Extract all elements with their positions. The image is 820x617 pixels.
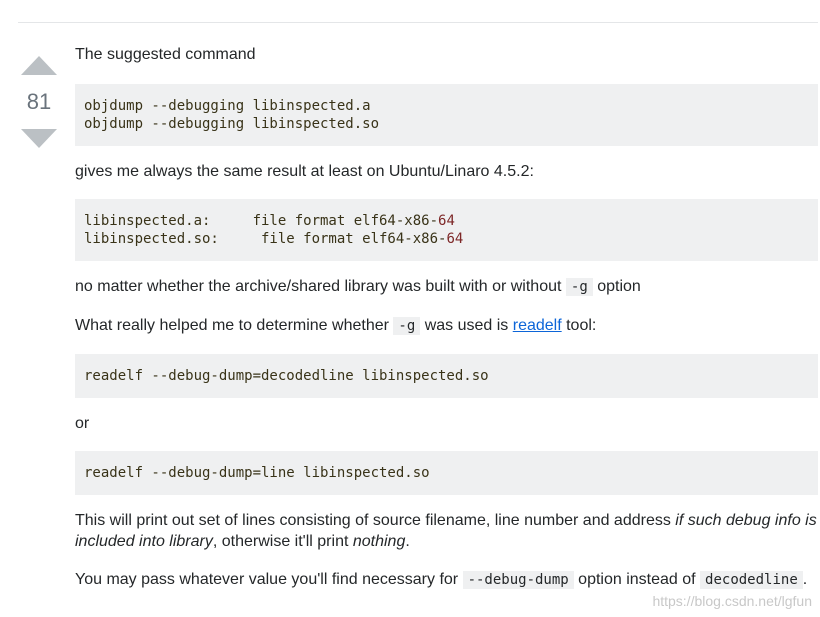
paragraph-same-result: gives me always the same result at least… (75, 163, 534, 180)
text: tool: (561, 317, 597, 334)
answer-body: The suggested command objdump --debuggin… (75, 44, 818, 591)
text: option (592, 278, 641, 295)
paragraph-no-matter: no matter whether the archive/shared lib… (75, 276, 818, 298)
text: no matter whether the archive/shared lib… (75, 278, 566, 295)
code-number: 64 (438, 213, 455, 229)
text: . (405, 533, 410, 550)
text: . (802, 571, 808, 588)
code-line: objdump --debugging libinspected.so (84, 116, 380, 132)
inline-code-decodedline: decodedline (700, 571, 803, 589)
code-line: objdump --debugging libinspected.a (84, 98, 371, 114)
code-line: libinspected.so: file format elf64-x86- (84, 231, 447, 247)
paragraph-suggested-command: The suggested command (75, 46, 256, 63)
downvote-arrow-icon[interactable] (21, 129, 57, 148)
paragraph-what-helped: What really helped me to determine wheth… (75, 315, 818, 337)
code-block-readelf-line: readelf --debug-dump=line libinspected.s… (75, 451, 818, 495)
paragraph-may-pass: You may pass whatever value you'll find … (75, 569, 818, 591)
code-number: 64 (446, 231, 464, 247)
code-block-readelf-decodedline: readelf --debug-dump=decodedline libinsp… (75, 354, 818, 398)
inline-code-g: -g (393, 317, 421, 335)
text: option instead of (573, 571, 701, 588)
readelf-link[interactable]: readelf (513, 317, 562, 334)
vote-cell: 81 (18, 56, 60, 148)
code-block-objdump: objdump --debugging libinspected.a objdu… (75, 84, 818, 146)
inline-code-debug-dump: --debug-dump (462, 571, 574, 589)
text: was used is (420, 317, 513, 334)
vote-count: 81 (26, 89, 52, 114)
paragraph-print-lines: This will print out set of lines consist… (75, 510, 818, 552)
watermark: https://blog.csdn.net/lgfun (652, 593, 812, 609)
emphasis-nothing: nothing (352, 533, 406, 550)
text: What really helped me to determine wheth… (75, 317, 394, 334)
text: You may pass whatever value you'll find … (75, 571, 463, 588)
paragraph-or: or (75, 415, 90, 432)
top-divider (18, 22, 818, 23)
text: , otherwise it'll print (212, 533, 353, 550)
code-line: libinspected.a: file format elf64-x86- (84, 213, 439, 229)
code-block-objdump-output: libinspected.a: file format elf64-x86-64… (75, 199, 818, 261)
text: This will print out set of lines consist… (75, 512, 676, 529)
upvote-arrow-icon[interactable] (21, 56, 57, 75)
inline-code-g: -g (565, 278, 593, 296)
